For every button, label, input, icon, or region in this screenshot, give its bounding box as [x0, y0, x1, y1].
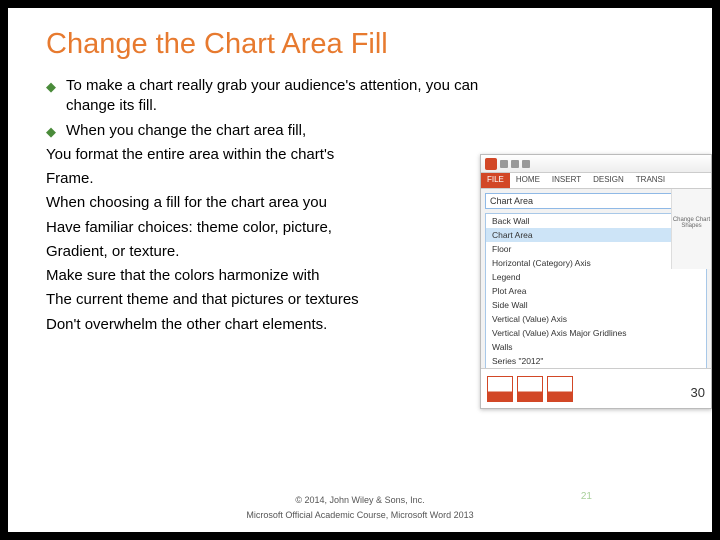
- bullet-text: To make a chart really grab your audienc…: [66, 76, 692, 117]
- dropdown-item[interactable]: Plot Area: [486, 284, 706, 298]
- tab-file[interactable]: FILE: [481, 173, 510, 188]
- slide-title: Change the Chart Area Fill: [46, 28, 388, 61]
- dropdown-item[interactable]: Legend: [486, 270, 706, 284]
- quick-access-toolbar: [481, 155, 711, 173]
- slide-thumbnails: [481, 368, 711, 408]
- tab-transitions[interactable]: TRANSI: [630, 173, 671, 188]
- bullet-marker-icon: ◆: [46, 76, 66, 117]
- dropdown-item[interactable]: Series "2012": [486, 354, 706, 368]
- ribbon-tabs: FILE HOME INSERT DESIGN TRANSI: [481, 173, 711, 189]
- powerpoint-screenshot: FILE HOME INSERT DESIGN TRANSI Chart Are…: [480, 154, 712, 409]
- slide-thumb[interactable]: [547, 376, 573, 402]
- dropdown-item[interactable]: Vertical (Value) Axis Major Gridlines: [486, 326, 706, 340]
- footer-text: Microsoft Official Academic Course, Micr…: [8, 510, 712, 520]
- qat-button[interactable]: [500, 160, 508, 168]
- tab-home[interactable]: HOME: [510, 173, 546, 188]
- dropdown-item[interactable]: Vertical (Value) Axis: [486, 312, 706, 326]
- dropdown-item[interactable]: Side Wall: [486, 298, 706, 312]
- slide-thumb[interactable]: [487, 376, 513, 402]
- qat-button[interactable]: [522, 160, 530, 168]
- bullet-marker-icon: ◆: [46, 121, 66, 141]
- chart-element-value: Chart Area: [490, 196, 533, 206]
- slide-body: Change the Chart Area Fill ◆ To make a c…: [8, 8, 712, 532]
- copyright-text: © 2014, John Wiley & Sons, Inc.: [8, 496, 712, 506]
- slide-thumb[interactable]: [517, 376, 543, 402]
- change-chart-shapes-panel[interactable]: Change Chart Shapes: [671, 189, 711, 269]
- tab-insert[interactable]: INSERT: [546, 173, 587, 188]
- slide-number: 21: [581, 491, 592, 502]
- page-number-badge: 30: [691, 385, 705, 400]
- qat-button[interactable]: [511, 160, 519, 168]
- bullet-item: ◆ To make a chart really grab your audie…: [46, 76, 692, 117]
- tab-design[interactable]: DESIGN: [587, 173, 630, 188]
- bullet-text: When you change the chart area fill,: [66, 121, 692, 141]
- dropdown-item[interactable]: Walls: [486, 340, 706, 354]
- powerpoint-icon: [485, 158, 497, 170]
- bullet-item: ◆ When you change the chart area fill,: [46, 121, 692, 141]
